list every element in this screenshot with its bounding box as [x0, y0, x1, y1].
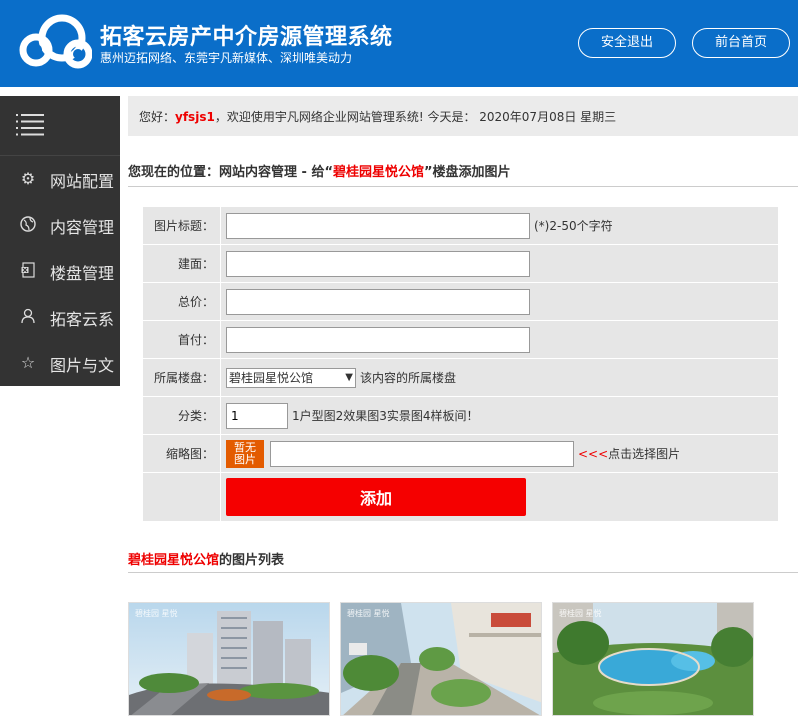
sidebar-item-images[interactable]: ☆ 图片与文 — [0, 340, 120, 386]
sidebar: ⚙ 网站配置 内容管理 楼盘管理 拓客云系 ☆ 图片与文 — [0, 96, 120, 386]
add-button[interactable]: 添加 — [226, 478, 526, 516]
welcome-text: 您好：yfsjs1，欢迎使用宇凡网络企业网站管理系统! 今天是： 2020年07… — [139, 108, 616, 125]
property-label: 所属楼盘： — [143, 359, 221, 396]
image-caption: 碧桂园 星悦 — [135, 609, 178, 618]
category-input[interactable] — [226, 402, 288, 429]
sidebar-item-label: 图片与文 — [50, 356, 115, 375]
image-list-property: 碧桂园星悦公馆 — [128, 553, 220, 568]
breadcrumb-suffix: ”楼盘添加图片 — [424, 165, 511, 180]
submit-label-cell — [143, 473, 221, 521]
thumbnail-hint: <<<点击选择图片 — [578, 445, 680, 462]
title-label: 图片标题： — [143, 207, 221, 244]
price-input[interactable] — [226, 288, 530, 315]
app-title: 拓客云房产中介房源管理系统 — [100, 25, 393, 50]
form-row-category: 分类： 1户型图2效果图3实景图4样板间！ — [143, 397, 778, 435]
image-thumbnail[interactable]: 碧桂园 星悦 — [552, 602, 754, 716]
form-row-thumbnail: 缩略图： 暂无 图片 <<<点击选择图片 — [143, 435, 778, 473]
gear-icon: ⚙ — [20, 169, 36, 188]
app-header: 拓客云房产中介房源管理系统 惠州迈拓网络、东莞宇凡新媒体、深圳唯美动力 安全退出… — [0, 0, 798, 87]
down-payment-input[interactable] — [226, 326, 530, 353]
sidebar-item-content[interactable]: 内容管理 — [0, 202, 120, 248]
thumbnail-path-input[interactable] — [270, 440, 574, 467]
down-payment-label: 首付： — [143, 321, 221, 358]
building-render-image — [129, 603, 329, 715]
area-input[interactable] — [226, 250, 530, 277]
pool-render-image — [553, 603, 753, 715]
sidebar-item-label: 楼盘管理 — [50, 264, 115, 283]
breadcrumb: 您现在的位置：网站内容管理 - 给“碧桂园星悦公馆”楼盘添加图片 — [128, 161, 798, 187]
form-row-down-payment: 首付： — [143, 321, 778, 359]
add-image-form: 图片标题： (*)2-50个字符 建面： 总价： 首付： 所属楼盘： 碧桂园星悦… — [143, 207, 778, 521]
category-hint: 1户型图2效果图3实景图4样板间！ — [292, 409, 479, 423]
sidebar-item-label: 拓客云系 — [50, 310, 115, 329]
arrow-hint: <<< — [578, 447, 609, 461]
username: yfsjs1 — [175, 110, 215, 124]
title-hint: (*)2-50个字符 — [534, 219, 613, 233]
image-caption: 碧桂园 星悦 — [559, 609, 602, 618]
sidebar-item-label: 网站配置 — [50, 172, 115, 191]
image-list-suffix: 的图片列表 — [219, 553, 285, 568]
form-row-submit: 添加 — [143, 473, 778, 521]
thumbnail-preview-button[interactable]: 暂无 图片 — [226, 439, 264, 468]
sidebar-item-site-config[interactable]: ⚙ 网站配置 — [0, 156, 120, 202]
breadcrumb-prefix: 您现在的位置：网站内容管理 - 给“ — [128, 165, 333, 180]
image-list-title: 碧桂园星悦公馆的图片列表 — [128, 549, 798, 573]
street-render-image — [341, 603, 541, 715]
cloud-logo-icon — [19, 14, 92, 69]
frontend-home-button[interactable]: 前台首页 — [692, 28, 790, 58]
property-select[interactable]: 碧桂园星悦公馆 ▼ — [226, 367, 356, 388]
welcome-prefix: 您好： — [139, 110, 176, 124]
user-icon — [19, 308, 37, 326]
chevron-down-icon: ▼ — [345, 372, 353, 383]
thumbnail-label: 缩略图： — [143, 435, 221, 472]
image-thumbnail[interactable]: 碧桂园 星悦 — [340, 602, 542, 716]
form-row-area: 建面： — [143, 245, 778, 283]
sidebar-item-tuokeyun[interactable]: 拓客云系 — [0, 294, 120, 340]
price-label: 总价： — [143, 283, 221, 320]
form-row-title: 图片标题： (*)2-50个字符 — [143, 207, 778, 245]
property-select-value: 碧桂园星悦公馆 — [229, 371, 314, 385]
logout-button[interactable]: 安全退出 — [578, 28, 676, 58]
form-row-property: 所属楼盘： 碧桂园星悦公馆 ▼ 该内容的所属楼盘 — [143, 359, 778, 397]
welcome-message: ，欢迎使用宇凡网络企业网站管理系统! 今天是： 2020年07月08日 星期三 — [214, 110, 617, 124]
star-icon: ☆ — [20, 353, 36, 372]
breadcrumb-property: 碧桂园星悦公馆 — [333, 165, 425, 180]
document-icon — [19, 262, 37, 280]
property-hint: 该内容的所属楼盘 — [360, 371, 457, 385]
title-input[interactable] — [226, 212, 530, 239]
thumbnail-hint-text: 点击选择图片 — [608, 447, 681, 461]
sidebar-item-property[interactable]: 楼盘管理 — [0, 248, 120, 294]
image-thumbnail[interactable]: 碧桂园 星悦 — [128, 602, 330, 716]
image-caption: 碧桂园 星悦 — [347, 609, 390, 618]
area-label: 建面： — [143, 245, 221, 282]
globe-icon — [19, 216, 37, 234]
category-label: 分类： — [143, 397, 221, 434]
form-row-price: 总价： — [143, 283, 778, 321]
sidebar-item-label: 内容管理 — [50, 218, 115, 237]
menu-toggle[interactable] — [0, 96, 120, 156]
app-subtitle: 惠州迈拓网络、东莞宇凡新媒体、深圳唯美动力 — [100, 51, 353, 65]
welcome-bar: 您好：yfsjs1，欢迎使用宇凡网络企业网站管理系统! 今天是： 2020年07… — [128, 96, 798, 136]
menu-icon — [16, 114, 44, 136]
